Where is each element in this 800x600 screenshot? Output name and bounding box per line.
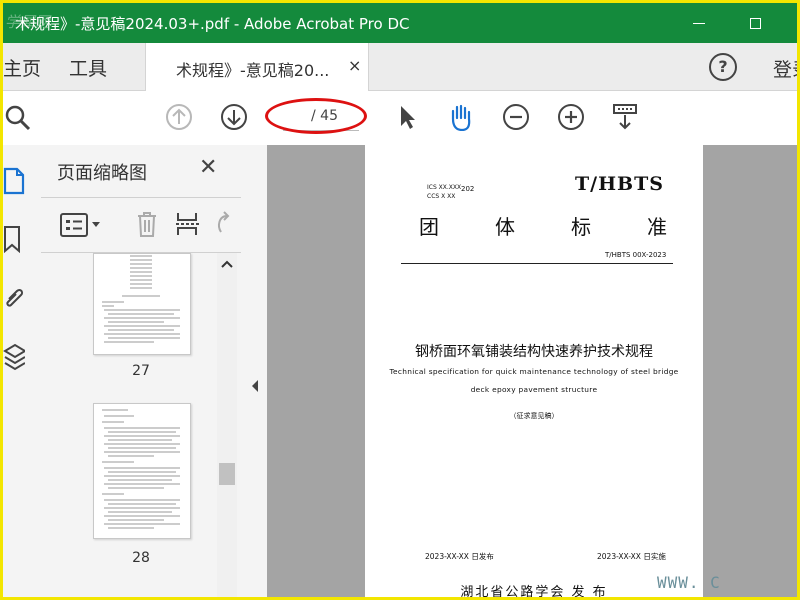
left-tool-rail — [3, 145, 42, 597]
close-panel-icon[interactable]: ✕ — [199, 155, 217, 180]
next-page-icon[interactable] — [220, 103, 248, 131]
red-ellipse-annotation — [265, 98, 367, 134]
thumbnails-panel: 页面缩略图 ✕ 27 28 — [41, 145, 242, 597]
thumbnail-28-content — [102, 409, 180, 529]
minimize-button[interactable] — [669, 3, 729, 43]
panel-toolbar — [41, 197, 241, 253]
search-icon[interactable] — [3, 103, 31, 131]
layers-icon[interactable] — [3, 343, 25, 371]
thumbnail-list[interactable]: 27 28 — [41, 253, 217, 597]
tools-tab[interactable]: 工具 — [69, 54, 107, 81]
issue-date: 2023-XX-XX 日发布 — [425, 552, 494, 561]
scroll-up-icon[interactable] — [220, 259, 234, 269]
document-title-en-line2: deck epoxy pavement structure — [470, 385, 598, 394]
scroll-mode-icon[interactable] — [611, 103, 639, 131]
page-thumbnails-icon[interactable] — [3, 167, 25, 195]
document-tab[interactable]: 术规程》-意见稿20... × — [145, 43, 369, 91]
document-title-en-line1: Technical specification for quick mainte… — [389, 367, 679, 376]
page-number-field[interactable]: / 45 — [265, 98, 367, 135]
document-title-cn: 钢桥面环氧铺装结构快速养护技术规程 — [415, 344, 653, 360]
zoom-out-icon[interactable] — [502, 103, 530, 131]
standard-mark: T/HBTS — [575, 173, 664, 195]
insert-page-icon[interactable] — [175, 210, 201, 238]
select-pointer-icon[interactable] — [393, 103, 421, 131]
panel-title: 页面缩略图 — [57, 163, 147, 184]
previous-page-icon[interactable] — [165, 103, 193, 131]
minimize-icon — [693, 22, 705, 24]
year-code: 202 — [461, 185, 475, 193]
scrollbar-thumb[interactable] — [219, 463, 235, 485]
delete-page-icon[interactable] — [135, 210, 159, 238]
standard-type-char: 体 — [495, 215, 515, 239]
document-tab-label: 术规程》-意见稿20... — [176, 61, 330, 80]
pdf-page: ICS XX.XXX CCS X XX 202 T/HBTS 团 体 标 准 T… — [365, 145, 703, 597]
home-tab[interactable]: 主页 — [3, 54, 41, 81]
thumbnail-27-content — [102, 255, 180, 343]
document-view[interactable]: ICS XX.XXX CCS X XX 202 T/HBTS 团 体 标 准 T… — [267, 145, 797, 597]
ccs-code: CCS X XX — [427, 193, 456, 200]
close-tab-icon[interactable]: × — [348, 56, 361, 75]
tab-bar: 主页 工具 术规程》-意见稿20... × ? 登录 — [3, 43, 797, 91]
implement-date: 2023-XX-XX 日实施 — [597, 552, 666, 561]
header-rule — [401, 263, 673, 264]
bookmark-icon[interactable] — [3, 225, 23, 253]
standard-type-char: 团 — [419, 215, 439, 239]
hand-tool-icon[interactable] — [446, 103, 474, 131]
sign-in-button[interactable]: 登录 — [773, 55, 797, 82]
panel-splitter[interactable] — [241, 145, 268, 597]
standard-type-heading: 团 体 标 准 — [419, 211, 667, 240]
standard-type-char: 标 — [571, 215, 591, 239]
maximize-button[interactable] — [725, 3, 785, 43]
options-menu-icon[interactable] — [59, 212, 103, 238]
ics-code: ICS XX.XXX — [427, 184, 462, 191]
maximize-icon — [749, 17, 761, 29]
attachment-icon[interactable] — [3, 285, 25, 313]
app-window: 学犀网 术规程》-意见稿2024.03+.pdf - Adobe Acrobat… — [0, 0, 800, 600]
thumbnail-page-27[interactable] — [93, 253, 191, 355]
watermark-url: WWW. C — [657, 573, 721, 592]
window-title: 术规程》-意见稿2024.03+.pdf - Adobe Acrobat Pro… — [15, 15, 410, 33]
thumbnail-page-27-number: 27 — [132, 363, 150, 379]
thumbnail-scrollbar[interactable] — [217, 253, 237, 597]
toolbar: / 45 — [3, 91, 797, 146]
collapse-panel-icon[interactable] — [250, 379, 260, 393]
ics-ccs-codes: ICS XX.XXX CCS X XX — [427, 183, 461, 201]
thumbnail-page-28-number: 28 — [132, 550, 150, 566]
help-icon[interactable]: ? — [709, 53, 737, 81]
publisher: 湖北省公路学会 发 布 — [460, 585, 608, 600]
standard-type-char: 准 — [647, 215, 667, 239]
draft-note: （征求意见稿） — [509, 412, 559, 420]
thumbnail-page-28[interactable] — [93, 403, 191, 539]
standard-number: T/HBTS 00X-2023 — [605, 251, 667, 259]
rotate-page-icon[interactable] — [213, 210, 233, 238]
zoom-in-icon[interactable] — [557, 103, 585, 131]
title-bar: 学犀网 术规程》-意见稿2024.03+.pdf - Adobe Acrobat… — [3, 3, 797, 43]
